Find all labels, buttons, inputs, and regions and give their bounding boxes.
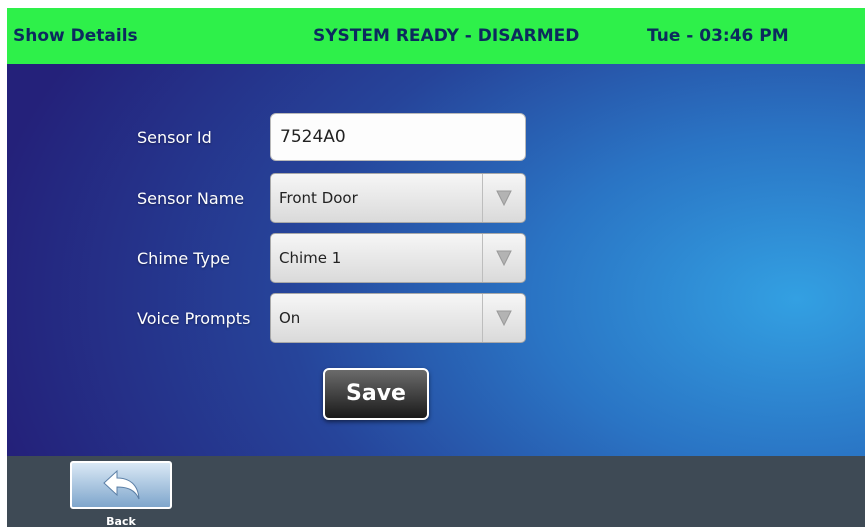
chime-type-select[interactable]: Chime 1: [270, 233, 526, 283]
sensor-id-label: Sensor Id: [137, 128, 212, 147]
chime-type-value: Chime 1: [279, 249, 342, 267]
sensor-name-select[interactable]: Front Door: [270, 173, 526, 223]
voice-prompts-value: On: [279, 309, 301, 327]
date-time: Tue - 03:46 PM: [647, 26, 789, 46]
sensor-name-dropdown-button[interactable]: [482, 174, 525, 222]
voice-prompts-label: Voice Prompts: [137, 309, 251, 328]
back-label: Back: [106, 515, 136, 527]
voice-prompts-dropdown-button[interactable]: [482, 294, 525, 342]
chime-type-label: Chime Type: [137, 249, 231, 268]
chevron-down-icon: [496, 250, 512, 266]
back-button[interactable]: [70, 461, 172, 509]
screen: Show Details SYSTEM READY - DISARMED Tue…: [7, 8, 865, 527]
chime-type-dropdown-button[interactable]: [482, 234, 525, 282]
show-details-link[interactable]: Show Details: [13, 8, 138, 64]
save-button[interactable]: Save: [323, 368, 429, 420]
sensor-form-panel: Sensor Id 7524A0 Sensor Name Front Door …: [7, 64, 865, 456]
back-arrow-icon: [103, 469, 140, 500]
system-status: SYSTEM READY - DISARMED: [313, 26, 580, 46]
chevron-down-icon: [496, 310, 512, 326]
status-bar: Show Details SYSTEM READY - DISARMED Tue…: [7, 8, 865, 64]
sensor-name-value: Front Door: [279, 189, 358, 207]
sensor-name-label: Sensor Name: [137, 189, 245, 208]
chevron-down-icon: [496, 190, 512, 206]
voice-prompts-select[interactable]: On: [270, 293, 526, 343]
sensor-id-field[interactable]: 7524A0: [270, 113, 526, 161]
footer-bar: Back: [7, 456, 865, 527]
